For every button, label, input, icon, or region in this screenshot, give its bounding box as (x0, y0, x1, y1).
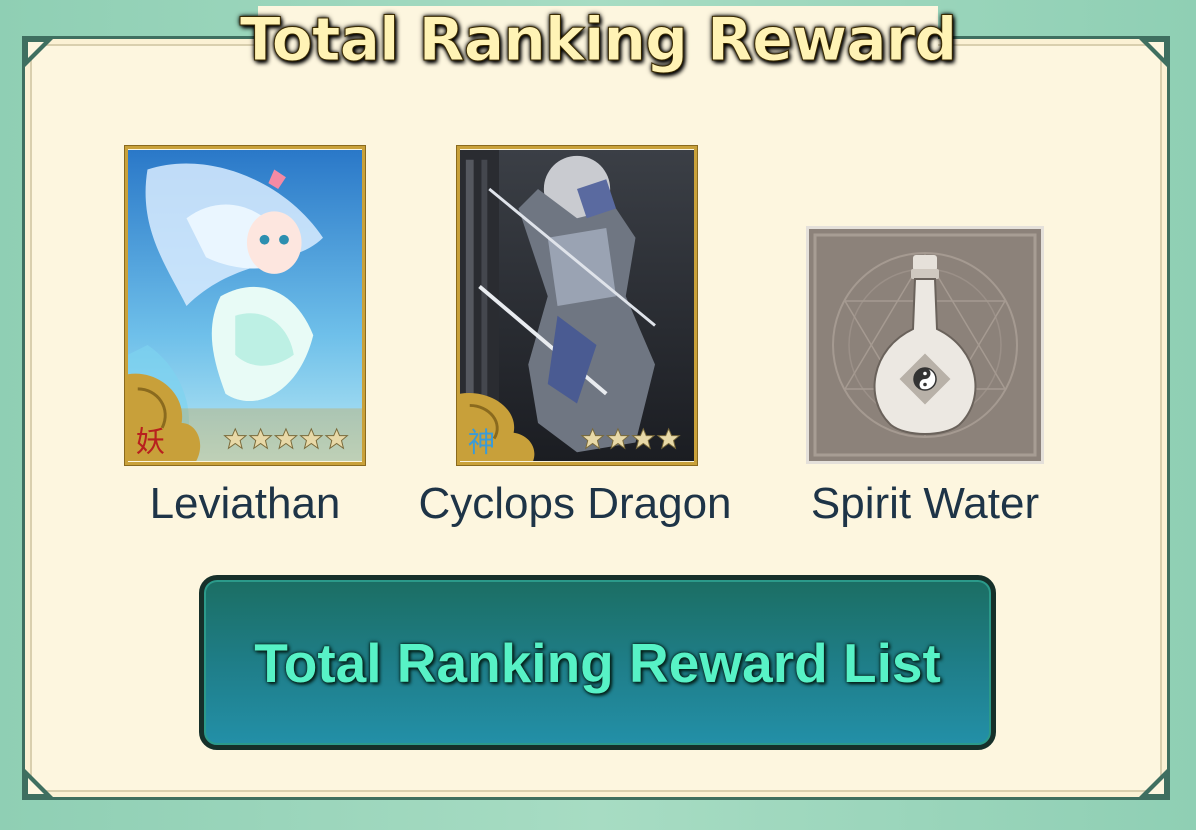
corner-ornament (1136, 766, 1170, 800)
cyclops-dragon-card-art: 神 (460, 149, 694, 462)
reward-label-cyclops-dragon: Cyclops Dragon (418, 479, 732, 528)
reward-label-spirit-water: Spirit Water (810, 479, 1040, 528)
leviathan-card-art: 妖 (128, 149, 362, 462)
attribute-glyph: 妖 (136, 424, 165, 458)
reward-card-cyclops-dragon[interactable]: 神 (457, 146, 697, 465)
dialog-title: Total Ranking Reward (239, 5, 958, 76)
reward-card-leviathan[interactable]: 妖 (125, 146, 365, 465)
button-label: Total Ranking Reward List (254, 631, 941, 694)
attribute-glyph: 神 (468, 427, 495, 458)
corner-ornament (22, 766, 56, 800)
spirit-water-bottle-icon (809, 229, 1041, 461)
total-ranking-reward-list-button[interactable]: Total Ranking Reward List (199, 575, 996, 750)
reward-item-spirit-water[interactable] (806, 226, 1044, 464)
reward-label-leviathan: Leviathan (149, 479, 341, 528)
